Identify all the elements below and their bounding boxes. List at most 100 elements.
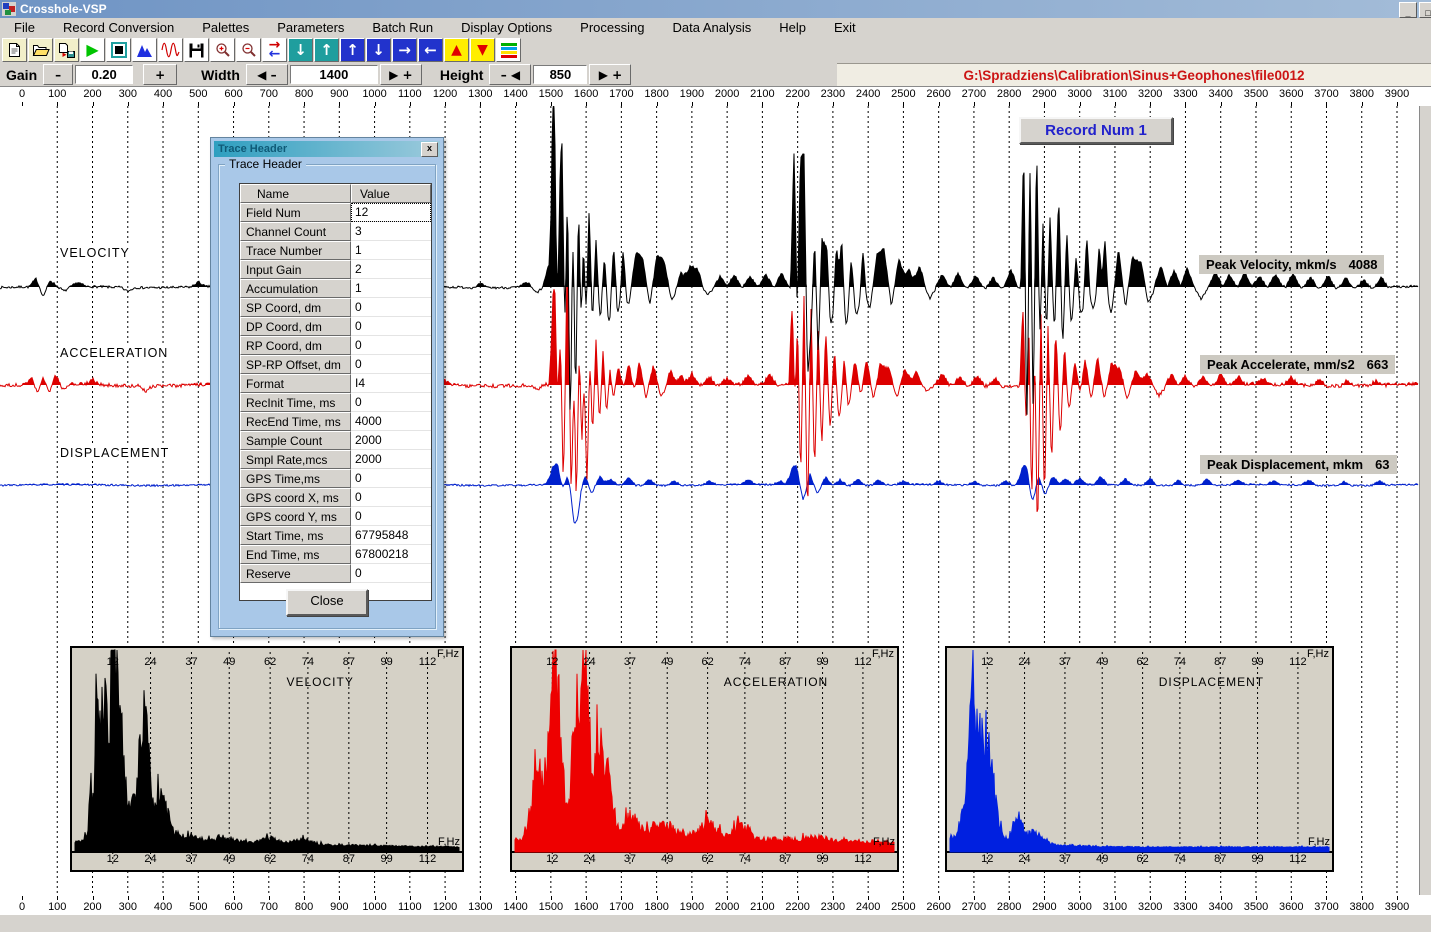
width-increase-button[interactable]: ▶ + [380,64,422,85]
close-button[interactable]: Close [286,589,368,616]
field-value-cell[interactable]: 4000 [351,412,431,431]
field-value-cell[interactable]: 0 [351,488,431,507]
stop-button[interactable] [106,38,131,62]
menu-item-file[interactable]: File [0,18,49,37]
move-down-button[interactable]: ↓ [366,38,391,62]
menu-item-palettes[interactable]: Palettes [188,18,263,37]
field-value-cell[interactable]: 67800218 [351,545,431,564]
gain-decrease-button[interactable]: – [43,64,73,85]
menu-item-processing[interactable]: Processing [566,18,658,37]
field-value-cell[interactable]: 2000 [351,450,431,469]
field-value-cell[interactable]: 1 [351,279,431,298]
menu-item-parameters[interactable]: Parameters [263,18,358,37]
dialog-close-icon[interactable]: x [421,142,438,157]
palette-button[interactable] [496,38,521,62]
menu-item-record-conversion[interactable]: Record Conversion [49,18,188,37]
dialog-title-bar[interactable]: Trace Header x [214,141,440,157]
ruler-number: 1300 [460,88,500,100]
peak-displacement-label: Peak Displacement, mkm63 [1200,455,1397,474]
minimize-button[interactable]: _ [1399,2,1417,18]
save-button[interactable] [184,38,209,62]
field-value-cell[interactable]: 0 [351,298,431,317]
field-value-cell[interactable]: 0 [351,317,431,336]
freq-tick-label: 12 [99,853,127,865]
record-number-badge[interactable]: Record Num 1 [1019,117,1173,144]
field-value-cell[interactable]: 0 [351,393,431,412]
open-file-button[interactable] [28,38,53,62]
menu-item-help[interactable]: Help [765,18,820,37]
maximize-button[interactable]: □ [1419,2,1431,18]
new-file-button[interactable] [2,38,27,62]
freq-tick-label: 49 [653,656,681,668]
field-value-cell[interactable]: 12 [351,203,431,222]
peak-display-button[interactable] [132,38,157,62]
zoom-out-button[interactable] [236,38,261,62]
zoom-in-button[interactable] [210,38,235,62]
ruler-number: 2700 [954,901,994,913]
file-path-bar: G:\Spradziens\Calibration\Sinus+Geophone… [837,63,1431,87]
move-up-button[interactable]: ↑ [340,38,365,62]
ruler-number: 900 [319,88,359,100]
ruler-tick [1115,896,1116,900]
freq-tick-label: 87 [335,853,363,865]
width-value-field[interactable]: 1400 [290,65,378,84]
swap-channels-button[interactable]: →← [262,38,287,62]
field-value-cell[interactable]: 3 [351,222,431,241]
ruler-tick [1185,896,1186,900]
field-value-cell[interactable]: 0 [351,469,431,488]
menu-item-batch-run[interactable]: Batch Run [358,18,447,37]
channel-up-button[interactable]: ↑ [314,38,339,62]
group-title: Trace Header [225,157,306,171]
ruler-number: 400 [143,88,183,100]
freq-unit-label: F,Hz [872,648,894,660]
freq-tick-label: 87 [771,656,799,668]
ruler-tick [868,896,869,900]
amplitude-up-button[interactable]: ▲ [444,38,469,62]
open-file-icon [32,43,50,57]
amplitude-down-button[interactable]: ▼ [470,38,495,62]
menu-item-exit[interactable]: Exit [820,18,870,37]
waveform-button[interactable] [158,38,183,62]
menu-item-data-analysis[interactable]: Data Analysis [658,18,765,37]
ruler-number: 2300 [813,901,853,913]
ruler-tick [128,896,129,900]
gain-value-field[interactable]: 0.20 [75,65,133,84]
height-value-field[interactable]: 850 [533,65,587,84]
field-value-cell[interactable]: 67795848 [351,526,431,545]
field-value-cell[interactable]: 0 [351,507,431,526]
move-right-button[interactable]: → [392,38,417,62]
menu-bar: FileRecord ConversionPalettesParametersB… [0,18,1431,37]
ruler-number: 700 [249,901,289,913]
field-name-cell: Start Time, ms [240,526,351,545]
table-row: Reserve0 [240,564,431,583]
field-value-cell[interactable]: I4 [351,374,431,393]
freq-tick-label: 74 [1166,853,1194,865]
field-value-cell[interactable]: 0 [351,336,431,355]
spectrum-title: DISPLACEMENT [1159,675,1264,689]
width-decrease-button[interactable]: ◀ – [246,64,288,85]
field-value-cell[interactable]: 1 [351,241,431,260]
channel-up-icon: ↑ [320,43,333,58]
play-button[interactable]: ▶ [80,38,105,62]
ruler-number: 1000 [355,901,395,913]
freq-unit-label: F,Hz [1307,648,1329,660]
field-name-cell: GPS coord X, ms [240,488,351,507]
field-value-cell[interactable]: 2000 [351,431,431,450]
height-decrease-button[interactable]: – ◀ [489,64,531,85]
toolbar: ▶→←↓↑↑↓→←▲▼ [0,37,1431,63]
move-left-button[interactable]: ← [418,38,443,62]
channel-down-button[interactable]: ↓ [288,38,313,62]
field-value-cell[interactable]: 2 [351,260,431,279]
export-file-button[interactable] [54,38,79,62]
ruler-tick [198,896,199,900]
menu-item-display-options[interactable]: Display Options [447,18,566,37]
field-value-cell[interactable]: 0 [351,355,431,374]
gain-label: Gain [6,67,37,83]
new-file-icon [7,42,22,58]
table-row: RP Coord, dm0 [240,336,431,355]
gain-increase-button[interactable]: + [143,64,177,85]
freq-tick-label: 12 [99,656,127,668]
field-value-cell[interactable]: 0 [351,564,431,583]
height-label: Height [440,67,484,83]
height-increase-button[interactable]: ▶ + [589,64,631,85]
